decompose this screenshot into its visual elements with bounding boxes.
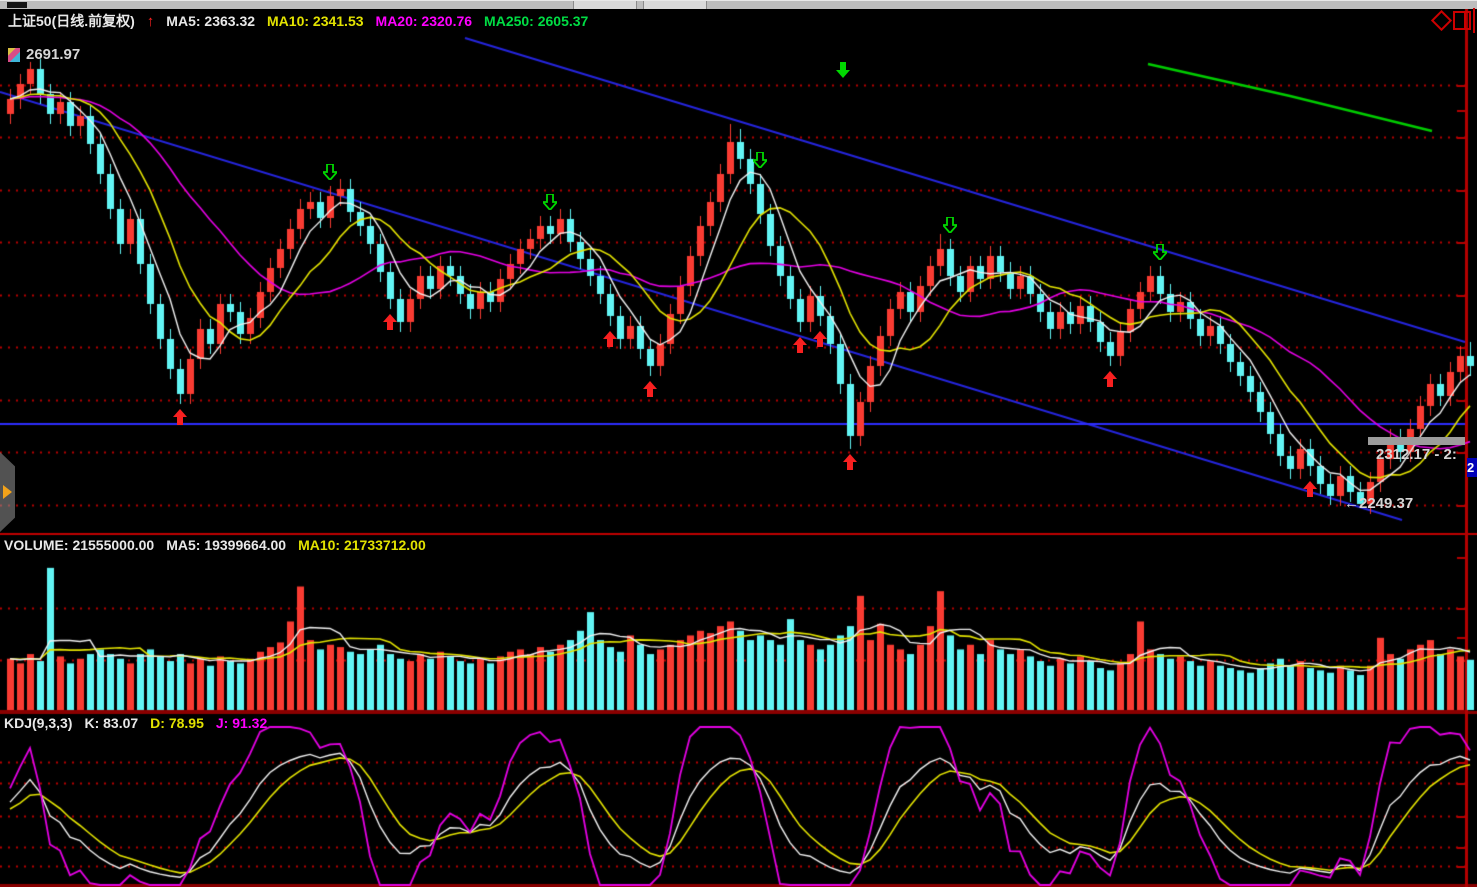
peak-price-label: 2691.97	[26, 46, 80, 63]
buy-signal-icon	[643, 381, 657, 397]
buy-signal-icon	[1303, 481, 1317, 497]
ma10-value: MA10: 2341.53	[267, 13, 364, 29]
ma250-value: MA250: 2605.37	[484, 13, 588, 29]
stock-chart-app: 上证50(日线.前复权) ↑ MA5: 2363.32 MA10: 2341.5…	[0, 0, 1477, 887]
split-window-bar	[1464, 13, 1466, 28]
kdj-name: KDJ(9,3,3)	[4, 715, 72, 731]
window-titlebar	[0, 0, 1477, 9]
sell-signal-icon	[323, 164, 337, 180]
ma20-value: MA20: 2320.76	[376, 13, 473, 29]
kdj-indicator-header: KDJ(9,3,3) K: 83.07 D: 78.95 J: 91.32	[4, 715, 267, 731]
crosshair-price-label: 2312.17 - 2:	[1376, 446, 1464, 463]
axis-price-badge: 2	[1467, 458, 1477, 477]
buy-signal-icon	[603, 331, 617, 347]
sell-signal-icon	[943, 217, 957, 233]
sell-signal-icon	[753, 152, 767, 168]
titlebar-segment	[643, 1, 707, 9]
buy-signal-icon	[173, 409, 187, 425]
ma5-value: MA5: 2363.32	[166, 13, 255, 29]
main-indicator-header: 上证50(日线.前复权) ↑ MA5: 2363.32 MA10: 2341.5…	[8, 11, 588, 31]
chart-canvas[interactable]	[0, 0, 1477, 887]
pane-edge-mark	[1473, 8, 1475, 33]
chart-marker	[8, 48, 20, 62]
symbol-title: 上证50(日线.前复权)	[8, 11, 135, 31]
sell-alert-icon	[836, 62, 850, 78]
buy-signal-icon	[813, 331, 827, 347]
buy-signal-icon	[793, 337, 807, 353]
crosshair-price-bar	[1368, 437, 1465, 445]
kdj-k-value: K: 83.07	[84, 715, 138, 731]
up-arrow-icon: ↑	[147, 13, 155, 30]
volume-indicator-header: VOLUME: 21555000.00 MA5: 19399664.00 MA1…	[4, 537, 426, 553]
sell-signal-icon	[1153, 244, 1167, 260]
volume-value: VOLUME: 21555000.00	[4, 537, 154, 553]
kdj-d-value: D: 78.95	[150, 715, 204, 731]
titlebar-notch	[7, 2, 27, 8]
buy-signal-icon	[843, 454, 857, 470]
buy-signal-icon	[383, 314, 397, 330]
sell-signal-icon	[543, 194, 557, 210]
expand-arrow-icon	[3, 485, 12, 499]
buy-signal-icon	[1103, 371, 1117, 387]
volume-ma5-value: MA5: 19399664.00	[166, 537, 286, 553]
titlebar-segment	[573, 1, 637, 9]
low-price-label: ←2249.37	[1344, 495, 1413, 512]
volume-ma10-value: MA10: 21733712.00	[298, 537, 426, 553]
kdj-j-value: J: 91.32	[216, 715, 267, 731]
split-window-icon[interactable]	[1453, 11, 1471, 30]
